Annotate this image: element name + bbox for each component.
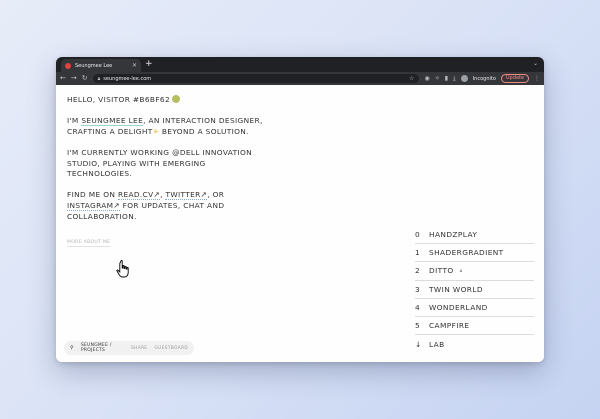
lock-icon: 🔒︎	[97, 75, 101, 82]
project-item[interactable]: 3 TWIN WORLD	[415, 281, 534, 299]
forward-icon[interactable]: →	[71, 75, 77, 82]
share-link[interactable]: SHARE	[131, 346, 147, 351]
instagram-link[interactable]: INSTAGRAM↗	[67, 200, 120, 211]
bookmark-star-icon[interactable]: ☆	[409, 75, 414, 82]
work-paragraph: I'M CURRENTLY WORKING @DELL INNOVATION S…	[67, 147, 253, 179]
address-bar[interactable]: 🔒︎ seungmee-lee.com ☆	[92, 74, 420, 83]
project-item[interactable]: 2 DITTO 🔒︎	[415, 262, 534, 281]
project-item[interactable]: 1 SHADERGRADIENT	[415, 244, 534, 263]
hand-cursor-icon	[116, 260, 129, 278]
sidepanel-icon[interactable]: ▮	[445, 75, 448, 82]
browser-toolbar: ← → ↻ 🔒︎ seungmee-lee.com ☆ ◉ ✧ ▮ ⤓ Inco…	[56, 72, 544, 85]
update-button[interactable]: Update	[500, 74, 529, 83]
more-about-link[interactable]: MORE ABOUT ME	[67, 240, 111, 247]
incognito-label: Incognito	[472, 75, 496, 82]
contact-paragraph: FIND ME ON READ.CV↗, TWITTER↗, OR INSTAG…	[67, 190, 225, 221]
download-icon[interactable]: ⤓	[453, 75, 456, 82]
incognito-icon[interactable]	[460, 75, 468, 82]
intro-paragraph: I'M SEUNGMEE LEE, AN INTERACTION DESIGNE…	[67, 116, 263, 136]
reload-icon[interactable]: ↻	[82, 75, 88, 82]
lock-icon: 🔒︎	[459, 267, 463, 274]
project-item[interactable]: 5 CAMPFIRE	[415, 317, 534, 336]
name-link[interactable]: SEUNGMEE LEE	[81, 116, 144, 127]
location-pin-icon: ⚲	[70, 345, 74, 351]
puzzle-icon[interactable]: ✧	[435, 75, 440, 82]
tab-bar: Seungmee Lee ✕ + ⌄	[56, 57, 544, 72]
favicon-icon	[65, 62, 71, 69]
page-content: HELLO, VISITOR #B6BF62 I'M SEUNGMEE LEE,…	[56, 85, 544, 362]
lab-item[interactable]: ↓ LAB	[415, 335, 534, 353]
tab-search-icon[interactable]: ⌄	[533, 60, 538, 67]
intro-text: HELLO, VISITOR #B6BF62 I'M SEUNGMEE LEE,…	[67, 95, 267, 233]
url-text: seungmee-lee.com	[103, 75, 152, 82]
twitter-link[interactable]: TWITTER↗	[165, 190, 208, 201]
back-icon[interactable]: ←	[60, 75, 66, 82]
new-tab-button[interactable]: +	[145, 59, 153, 70]
close-tab-icon[interactable]: ✕	[132, 62, 137, 69]
guestboard-link[interactable]: GUESTBOARD	[154, 346, 188, 351]
browser-tab[interactable]: Seungmee Lee ✕	[61, 59, 141, 72]
breadcrumb-current[interactable]: SEUNGMEE / PROJECTS	[81, 343, 124, 353]
readcv-link[interactable]: READ.CV↗	[117, 190, 161, 201]
browser-window: Seungmee Lee ✕ + ⌄ ← → ↻ 🔒︎ seungmee-lee…	[56, 57, 544, 362]
menu-icon[interactable]: ⋮	[534, 75, 540, 82]
project-item[interactable]: 0 HANDZPLAY	[415, 226, 534, 245]
extension-icon[interactable]: ◉	[424, 75, 429, 82]
color-dot-icon	[172, 95, 181, 103]
tab-title: Seungmee Lee	[75, 62, 113, 69]
bottom-nav: ⚲ SEUNGMEE / PROJECTS SHARE GUESTBOARD	[64, 341, 194, 355]
greeting: HELLO, VISITOR #B6BF62	[67, 95, 267, 106]
project-item[interactable]: 4 WONDERLAND	[415, 299, 534, 317]
project-list: 0 HANDZPLAY 1 SHADERGRADIENT 2 DITTO 🔒︎ 3 TWI…	[415, 226, 534, 353]
